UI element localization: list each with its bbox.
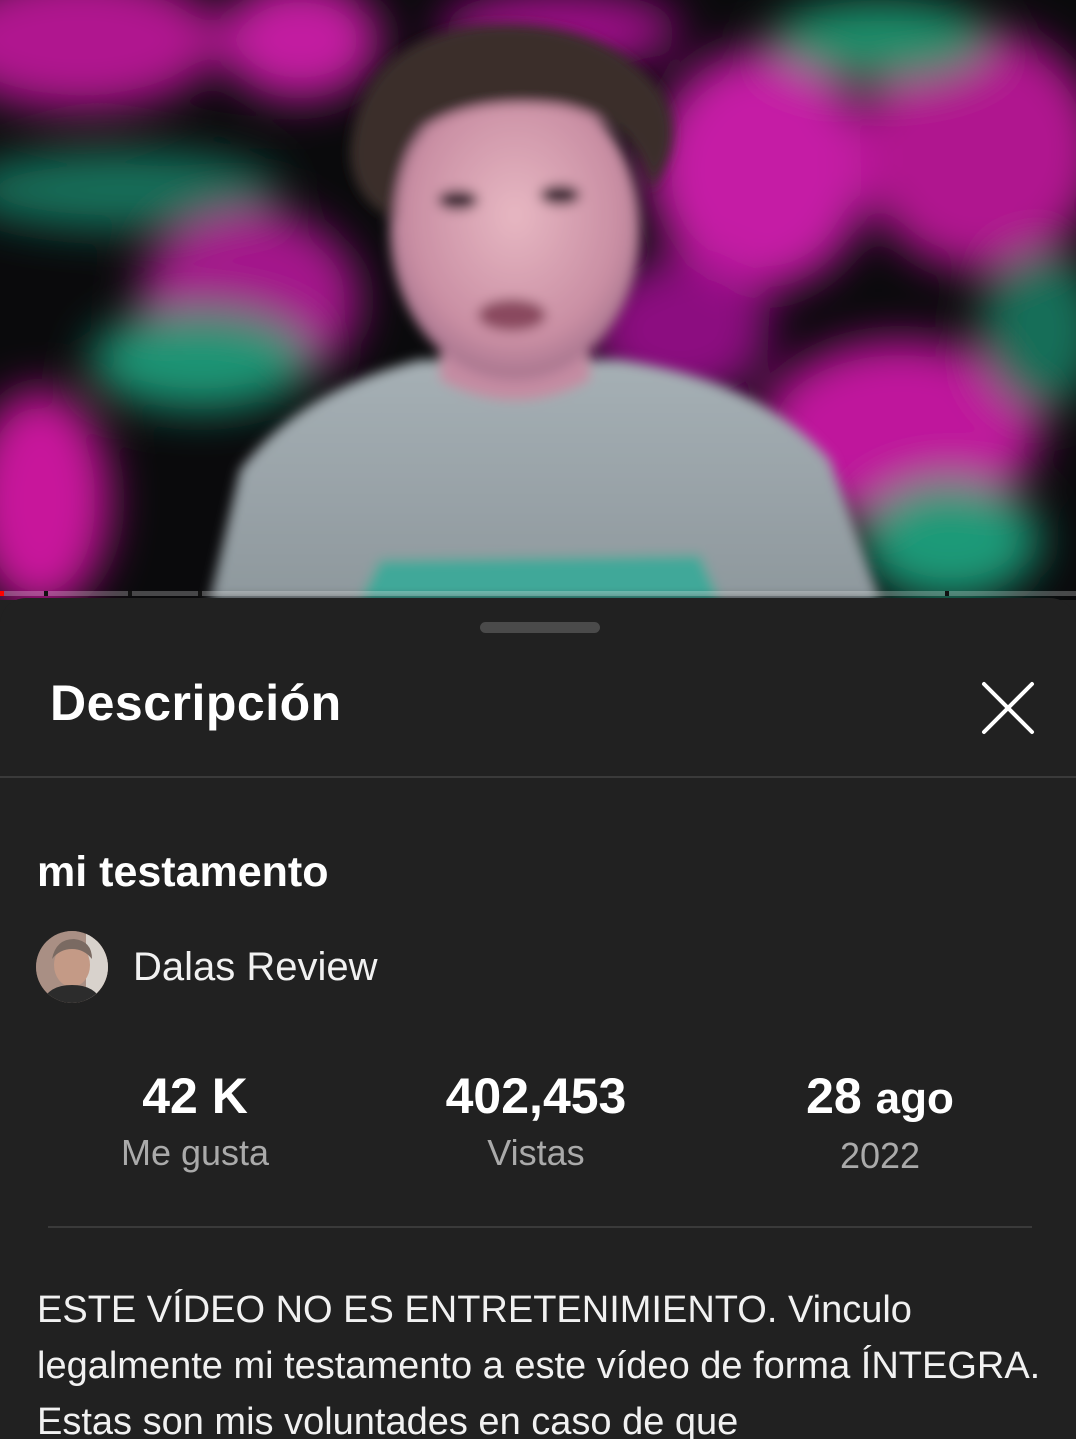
chapter-gap <box>198 591 202 596</box>
views-label: Vistas <box>487 1132 585 1173</box>
chapter-gap <box>128 591 132 596</box>
header-divider <box>0 776 1076 778</box>
channel-avatar-image <box>36 931 108 1003</box>
description-text: ESTE VÍDEO NO ES ENTRETENIMIENTO. Vincul… <box>37 1289 1041 1439</box>
date-stat: 28 ago 2022 <box>730 1066 1030 1181</box>
progress-played <box>0 591 4 596</box>
close-icon <box>982 682 1034 734</box>
chapter-gap <box>44 591 48 596</box>
likes-count: 42 K <box>142 1068 248 1124</box>
avatar[interactable] <box>36 931 108 1003</box>
upload-month: ago <box>875 1074 954 1123</box>
views-stat: 402,453 Vistas <box>386 1066 686 1178</box>
likes-label: Me gusta <box>120 1132 270 1173</box>
views-count: 402,453 <box>445 1068 627 1124</box>
video-player[interactable] <box>0 0 1076 600</box>
video-frame <box>0 0 1076 600</box>
likes-stat: 42 K Me gusta <box>45 1066 345 1178</box>
channel-name[interactable]: Dalas Review <box>133 945 378 990</box>
video-progress-bar[interactable] <box>0 591 1076 596</box>
sheet-title: Descripción <box>50 675 342 731</box>
close-button[interactable] <box>970 670 1046 746</box>
video-title: mi testamento <box>37 848 329 896</box>
video-stats: 42 K Me gusta 402,453 Vistas 28 ago 2022 <box>0 1066 1076 1186</box>
chapter-gap <box>945 591 949 596</box>
description-sheet: Descripción mi testamento Dalas Review 4… <box>0 598 1076 1439</box>
upload-date: 28 ago <box>730 1066 1030 1129</box>
upload-day: 28 <box>806 1068 862 1124</box>
channel-link[interactable]: Dalas Review <box>36 931 378 1003</box>
drag-handle[interactable] <box>480 622 600 633</box>
stats-divider <box>48 1226 1032 1228</box>
upload-year: 2022 <box>839 1135 921 1176</box>
